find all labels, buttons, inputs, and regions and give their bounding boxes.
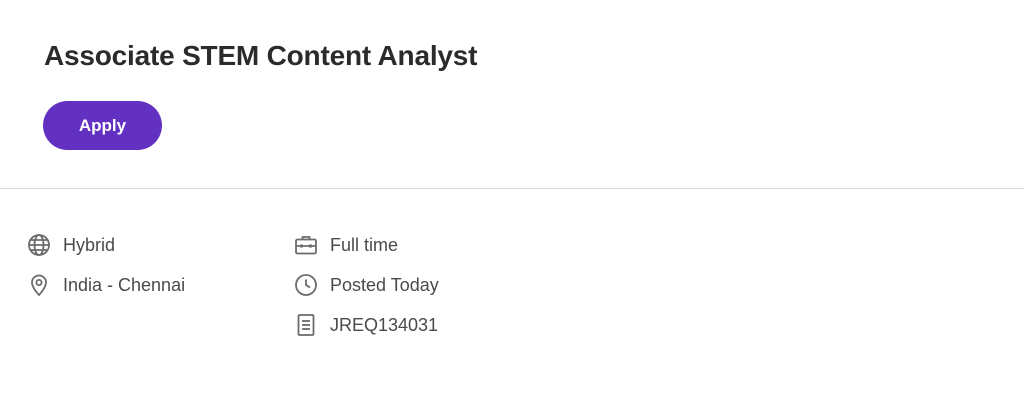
detail-location: India - Chennai xyxy=(26,272,185,298)
location-label: India - Chennai xyxy=(63,274,186,295)
employment-type-label: Full time xyxy=(330,234,399,255)
apply-button[interactable]: Apply xyxy=(43,101,162,150)
job-details: Hybrid India - Chennai Full time Posted … xyxy=(0,189,1024,400)
location-pin-icon xyxy=(26,272,52,298)
job-header: Associate STEM Content Analyst Apply xyxy=(0,0,1024,189)
posted-label: Posted Today xyxy=(330,274,439,295)
detail-posted: Posted Today xyxy=(293,272,439,298)
job-title: Associate STEM Content Analyst xyxy=(44,40,478,71)
briefcase-icon xyxy=(293,232,319,258)
requisition-label: JREQ134031 xyxy=(330,314,439,335)
document-icon xyxy=(293,312,319,338)
globe-icon xyxy=(26,232,52,258)
work-mode-label: Hybrid xyxy=(63,234,116,255)
clock-icon xyxy=(293,272,319,298)
detail-requisition: JREQ134031 xyxy=(293,312,438,338)
detail-work-mode: Hybrid xyxy=(26,232,115,258)
detail-employment-type: Full time xyxy=(293,232,398,258)
